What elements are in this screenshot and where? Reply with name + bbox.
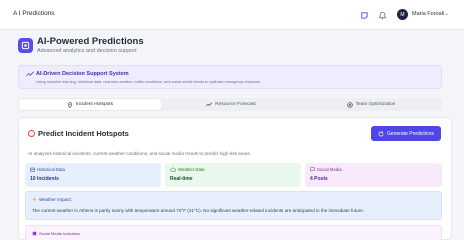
chart-icon bbox=[32, 231, 37, 236]
tab-incident-hotspots[interactable]: Incident Hotspots bbox=[19, 99, 161, 110]
brain-icon bbox=[18, 38, 33, 53]
weather-impact-label: Weather Impact: bbox=[32, 197, 72, 202]
card-value: 4 Posts bbox=[310, 176, 328, 182]
social-media-card: Social Media 4 Posts bbox=[305, 163, 442, 187]
target-icon bbox=[346, 101, 353, 108]
target-icon bbox=[28, 130, 35, 137]
tab-team-optimization[interactable]: Team Optimization bbox=[300, 99, 442, 110]
predict-panel: Predict Incident Hotspots Generate Predi… bbox=[18, 117, 452, 240]
notifications-icon[interactable] bbox=[358, 9, 370, 21]
tab-label: Incident Hotspots bbox=[75, 102, 114, 107]
card-label-text: Weather Data bbox=[178, 167, 205, 172]
card-label-text: Social Media bbox=[317, 167, 342, 172]
generate-predictions-label: Generate Predictions bbox=[387, 130, 434, 137]
social-indicators-box: Social Media Indicators bbox=[25, 225, 442, 240]
info-banner: AI-Driven Decision Support System Using … bbox=[18, 65, 442, 89]
panel-description: AI analyzes historical incidents, curren… bbox=[28, 151, 251, 156]
tab-resource-forecast[interactable]: Resource Forecast bbox=[160, 99, 302, 110]
banner-description: Using machine learning, historical data,… bbox=[36, 80, 261, 84]
trend-icon bbox=[206, 102, 213, 107]
sun-icon bbox=[32, 197, 37, 202]
card-label-text: Historical Data bbox=[37, 167, 65, 172]
pin-icon bbox=[67, 101, 73, 108]
weather-impact-text: The current weather in Athens is partly … bbox=[32, 208, 365, 213]
panel-title: Predict Incident Hotspots bbox=[38, 129, 129, 138]
weather-impact-label-text: Weather Impact: bbox=[39, 197, 72, 202]
chevron-down-icon[interactable]: ⌄ bbox=[444, 10, 449, 17]
tab-label: Team Optimization bbox=[355, 102, 396, 107]
card-label: Weather Data bbox=[170, 167, 204, 172]
social-indicators-label-text: Social Media Indicators bbox=[39, 231, 81, 236]
cloud-icon bbox=[170, 167, 176, 172]
user-name[interactable]: Maria Foroali bbox=[412, 11, 444, 17]
top-bar: A I Predictions M Maria Foroali ⌄ bbox=[0, 0, 464, 30]
historical-data-card: Historical Data 10 Incidents bbox=[25, 163, 161, 187]
banner-title: AI-Driven Decision Support System bbox=[36, 71, 129, 77]
trend-icon bbox=[26, 71, 34, 79]
weather-data-card: Weather Data Real-time bbox=[165, 163, 301, 187]
tab-label: Resource Forecast bbox=[215, 102, 256, 107]
social-indicators-label: Social Media Indicators bbox=[32, 231, 80, 236]
message-icon bbox=[310, 167, 315, 172]
tab-bar: Incident Hotspots Resource Forecast Team… bbox=[18, 98, 442, 111]
app-title: A I Predictions bbox=[13, 10, 55, 17]
page-title: AI-Powered Predictions bbox=[37, 36, 144, 47]
generate-predictions-button[interactable]: Generate Predictions bbox=[371, 126, 441, 141]
page-subtitle: Advanced analytics and decision support bbox=[37, 48, 137, 54]
bell-icon[interactable] bbox=[376, 9, 388, 21]
card-value: 10 Incidents bbox=[30, 176, 59, 182]
card-label: Historical Data bbox=[30, 167, 65, 172]
card-label: Social Media bbox=[310, 167, 342, 172]
avatar[interactable]: M bbox=[397, 9, 408, 20]
calendar-icon bbox=[30, 167, 35, 172]
card-value: Real-time bbox=[170, 176, 193, 182]
weather-impact-box: Weather Impact: The current weather in A… bbox=[25, 191, 442, 220]
refresh-icon bbox=[378, 130, 384, 136]
